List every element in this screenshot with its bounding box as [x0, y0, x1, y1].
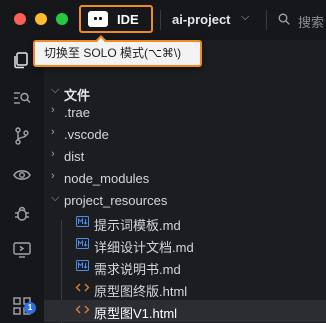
activity-bar: [0, 40, 44, 323]
markdown-file-icon: [76, 238, 89, 249]
chevron-right-icon: ›: [51, 104, 55, 116]
minimize-window-button[interactable]: [35, 13, 47, 25]
chevron-down-icon: ⌵: [51, 84, 60, 96]
remote-screen-icon[interactable]: [12, 240, 32, 260]
folder-name: project_resources: [64, 193, 168, 208]
file-name: 原型图终版.html: [94, 284, 188, 299]
folder-row[interactable]: › .vscode: [44, 124, 326, 146]
search-label[interactable]: 搜索: [298, 12, 324, 31]
chevron-right-icon: ›: [51, 170, 55, 182]
search-icon[interactable]: [278, 13, 290, 25]
explorer-files-icon[interactable]: [12, 50, 32, 70]
file-name: 提示词模板.md: [94, 218, 181, 233]
folder-row[interactable]: › .trae: [44, 102, 326, 124]
file-row[interactable]: 需求说明书.md: [44, 256, 326, 278]
debug-bug-icon[interactable]: [12, 204, 32, 224]
project-selector-label[interactable]: ai-project: [172, 12, 231, 27]
ide-mode-label: IDE: [117, 11, 139, 27]
file-name: 详细设计文档.md: [94, 240, 194, 255]
html-file-icon: [75, 305, 90, 314]
file-explorer: ⌵ 文件 › .trae › .vscode › dist › node_mod…: [44, 40, 326, 323]
ide-mode-icon: [88, 11, 108, 27]
section-header-files[interactable]: ⌵ 文件: [44, 82, 326, 104]
folder-name: node_modules: [64, 171, 150, 186]
preview-eye-icon[interactable]: [12, 165, 32, 185]
chevron-right-icon: ›: [51, 148, 55, 160]
markdown-file-icon: [76, 260, 89, 271]
markdown-file-icon: [76, 216, 89, 227]
chevron-right-icon: ›: [51, 126, 55, 138]
file-row[interactable]: 原型图终版.html: [44, 278, 326, 300]
folder-name: .vscode: [64, 127, 109, 142]
chevron-down-icon[interactable]: ⌵: [241, 11, 249, 24]
title-divider: [160, 10, 161, 30]
search-panel-icon[interactable]: [12, 88, 32, 108]
extensions-badge: 1: [24, 302, 36, 314]
source-control-icon[interactable]: [12, 126, 32, 146]
folder-row[interactable]: › node_modules: [44, 168, 326, 190]
zoom-window-button[interactable]: [56, 13, 68, 25]
folder-name: .trae: [64, 105, 91, 120]
file-row[interactable]: 提示词模板.md: [44, 212, 326, 234]
file-name: 原型图V1.html: [94, 306, 178, 321]
mode-switch-tooltip: 切换至 SOLO 模式(⌥⌘\): [33, 35, 202, 67]
folder-row-expanded[interactable]: ⌵ project_resources: [44, 190, 326, 212]
title-bar: IDE ai-project ⌵ 搜索: [0, 0, 326, 40]
file-row[interactable]: 详细设计文档.md: [44, 234, 326, 256]
folder-row[interactable]: › dist: [44, 146, 326, 168]
file-name: 需求说明书.md: [94, 262, 181, 277]
ide-mode-toggle[interactable]: IDE: [79, 5, 153, 33]
title-divider: [266, 10, 267, 30]
folder-name: dist: [64, 149, 85, 164]
close-window-button[interactable]: [14, 13, 26, 25]
file-row-selected[interactable]: 原型图V1.html: [44, 300, 326, 322]
chevron-down-icon: ⌵: [51, 192, 60, 204]
html-file-icon: [75, 283, 90, 292]
